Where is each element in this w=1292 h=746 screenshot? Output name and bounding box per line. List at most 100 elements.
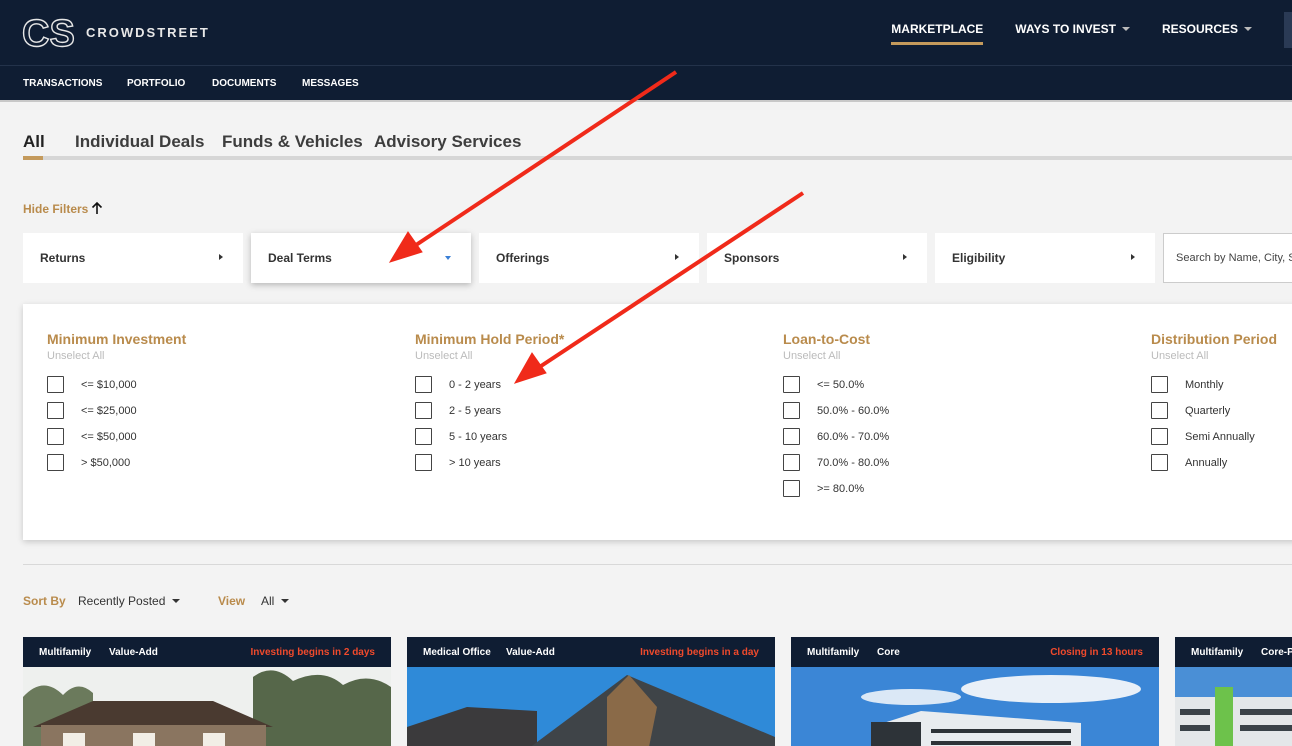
- subnav-messages[interactable]: MESSAGES: [302, 78, 359, 89]
- subnav-transactions[interactable]: TRANSACTIONS: [23, 78, 102, 89]
- checkbox[interactable]: [415, 376, 432, 393]
- checkbox[interactable]: [783, 428, 800, 445]
- option-label: 70.0% - 80.0%: [817, 456, 890, 469]
- checkbox[interactable]: [783, 402, 800, 419]
- checkbox-option[interactable]: 60.0% - 70.0%: [783, 428, 889, 445]
- checkbox-option[interactable]: 70.0% - 80.0%: [783, 454, 889, 471]
- option-label: 50.0% - 60.0%: [817, 404, 890, 417]
- chevron-right-icon: [675, 254, 679, 260]
- checkbox-option[interactable]: > 10 years: [415, 454, 501, 471]
- sort-by-value: Recently Posted: [78, 594, 166, 608]
- sub-nav: TRANSACTIONS PORTFOLIO DOCUMENTS MESSAGE…: [0, 65, 1292, 102]
- caret-down-icon: [281, 599, 290, 603]
- checkbox-option[interactable]: <= $50,000: [47, 428, 137, 445]
- checkbox[interactable]: [783, 480, 800, 497]
- crowdstreet-logo[interactable]: CS CROWDSTREET: [22, 13, 210, 51]
- checkbox[interactable]: [783, 376, 800, 393]
- checkbox[interactable]: [47, 376, 64, 393]
- nav-resources[interactable]: RESOURCES: [1162, 22, 1252, 36]
- checkbox[interactable]: [1151, 402, 1168, 419]
- tab-funds-vehicles[interactable]: Funds & Vehicles: [222, 132, 363, 152]
- checkbox-option[interactable]: <= $10,000: [47, 376, 137, 393]
- deal-tag: Value-Add: [109, 647, 158, 658]
- tab-individual-deals[interactable]: Individual Deals: [75, 132, 204, 152]
- subnav-documents[interactable]: DOCUMENTS: [212, 78, 276, 89]
- deal-status: Closing in 13 hours: [1050, 647, 1143, 658]
- deal-card[interactable]: Multifamily Value-Add Investing begins i…: [23, 637, 391, 746]
- checkbox[interactable]: [415, 454, 432, 471]
- checkbox-option[interactable]: Annually: [1151, 454, 1227, 471]
- checkbox-option[interactable]: Semi Annually: [1151, 428, 1255, 445]
- deal-card[interactable]: Multifamily Core Closing in 13 hours: [791, 637, 1159, 746]
- view-value: All: [261, 594, 275, 608]
- checkbox-option[interactable]: 2 - 5 years: [415, 402, 501, 419]
- checkbox-option[interactable]: 0 - 2 years: [415, 376, 501, 393]
- option-label: <= $25,000: [81, 404, 137, 417]
- option-label: > $50,000: [81, 456, 131, 469]
- unselect-all-link[interactable]: Unselect All: [47, 350, 347, 362]
- checkbox-option[interactable]: Quarterly: [1151, 402, 1230, 419]
- filter-group-loan-to-cost: Loan-to-Cost Unselect All <= 50.0% 50.0%…: [783, 331, 1083, 497]
- checkbox[interactable]: [415, 402, 432, 419]
- filter-deal-terms[interactable]: Deal Terms: [251, 233, 471, 283]
- option-label: <= 50.0%: [817, 378, 865, 391]
- unselect-all-link[interactable]: Unselect All: [783, 350, 1083, 362]
- option-label: 5 - 10 years: [449, 430, 508, 443]
- tab-advisory-services[interactable]: Advisory Services: [374, 132, 521, 152]
- chevron-right-icon: [1131, 254, 1135, 260]
- checkbox[interactable]: [1151, 376, 1168, 393]
- sort-by-select[interactable]: Recently Posted: [78, 594, 181, 608]
- filter-eligibility-label: Eligibility: [952, 251, 1006, 265]
- deal-tag: Value-Add: [506, 647, 555, 658]
- hide-filters-link[interactable]: Hide Filters: [23, 202, 88, 216]
- checkbox-option[interactable]: <= 50.0%: [783, 376, 864, 393]
- deal-status: Investing begins in 2 days: [250, 647, 375, 658]
- checkbox-option[interactable]: 5 - 10 years: [415, 428, 507, 445]
- checkbox[interactable]: [415, 428, 432, 445]
- filter-returns[interactable]: Returns: [23, 233, 243, 283]
- unselect-all-link[interactable]: Unselect All: [415, 350, 715, 362]
- checkbox[interactable]: [47, 454, 64, 471]
- checkbox[interactable]: [1151, 454, 1168, 471]
- deal-card[interactable]: Multifamily Core-Plus: [1175, 637, 1292, 746]
- unselect-all-link[interactable]: Unselect All: [1151, 350, 1292, 362]
- search-placeholder: Search by Name, City, State: [1176, 252, 1292, 264]
- checkbox-option[interactable]: > $50,000: [47, 454, 130, 471]
- deal-card[interactable]: Medical Office Value-Add Investing begin…: [407, 637, 775, 746]
- nav-marketplace[interactable]: MARKETPLACE: [891, 22, 984, 45]
- checkbox[interactable]: [47, 428, 64, 445]
- checkbox-option[interactable]: Monthly: [1151, 376, 1224, 393]
- group-title: Loan-to-Cost: [783, 331, 871, 347]
- brand-name: CROWDSTREET: [86, 24, 210, 40]
- search-input[interactable]: Search by Name, City, State: [1163, 233, 1292, 283]
- deal-tag: Medical Office: [423, 647, 491, 658]
- checkbox-option[interactable]: 50.0% - 60.0%: [783, 402, 889, 419]
- subnav-portfolio[interactable]: PORTFOLIO: [127, 78, 185, 89]
- tab-all[interactable]: All: [23, 132, 45, 152]
- property-image: [1175, 667, 1292, 746]
- sort-by-label: Sort By: [23, 594, 66, 608]
- filter-offerings[interactable]: Offerings: [479, 233, 699, 283]
- view-select[interactable]: All: [261, 594, 290, 608]
- chevron-down-icon: [1121, 27, 1130, 31]
- option-label: Quarterly: [1185, 404, 1231, 417]
- option-label: > 10 years: [449, 456, 501, 469]
- arrow-up-icon[interactable]: [90, 200, 104, 216]
- caret-down-icon: [172, 599, 181, 603]
- nav-marketplace-label: MARKETPLACE: [891, 22, 984, 36]
- checkbox[interactable]: [783, 454, 800, 471]
- group-title: Minimum Hold Period*: [415, 331, 565, 347]
- svg-text:CS: CS: [22, 13, 75, 51]
- account-menu-edge[interactable]: [1284, 12, 1292, 48]
- cs-logo-icon: CS: [22, 13, 75, 51]
- nav-ways-to-invest[interactable]: WAYS TO INVEST: [1015, 22, 1130, 36]
- checkbox-option[interactable]: >= 80.0%: [783, 480, 864, 497]
- deal-terms-panel: Minimum Investment Unselect All <= $10,0…: [23, 304, 1292, 540]
- checkbox[interactable]: [47, 402, 64, 419]
- main-nav: MARKETPLACE WAYS TO INVEST RESOURCES: [859, 22, 1252, 45]
- filter-sponsors[interactable]: Sponsors: [707, 233, 927, 283]
- filter-eligibility[interactable]: Eligibility: [935, 233, 1155, 283]
- deal-tag: Multifamily: [807, 647, 860, 658]
- checkbox[interactable]: [1151, 428, 1168, 445]
- checkbox-option[interactable]: <= $25,000: [47, 402, 137, 419]
